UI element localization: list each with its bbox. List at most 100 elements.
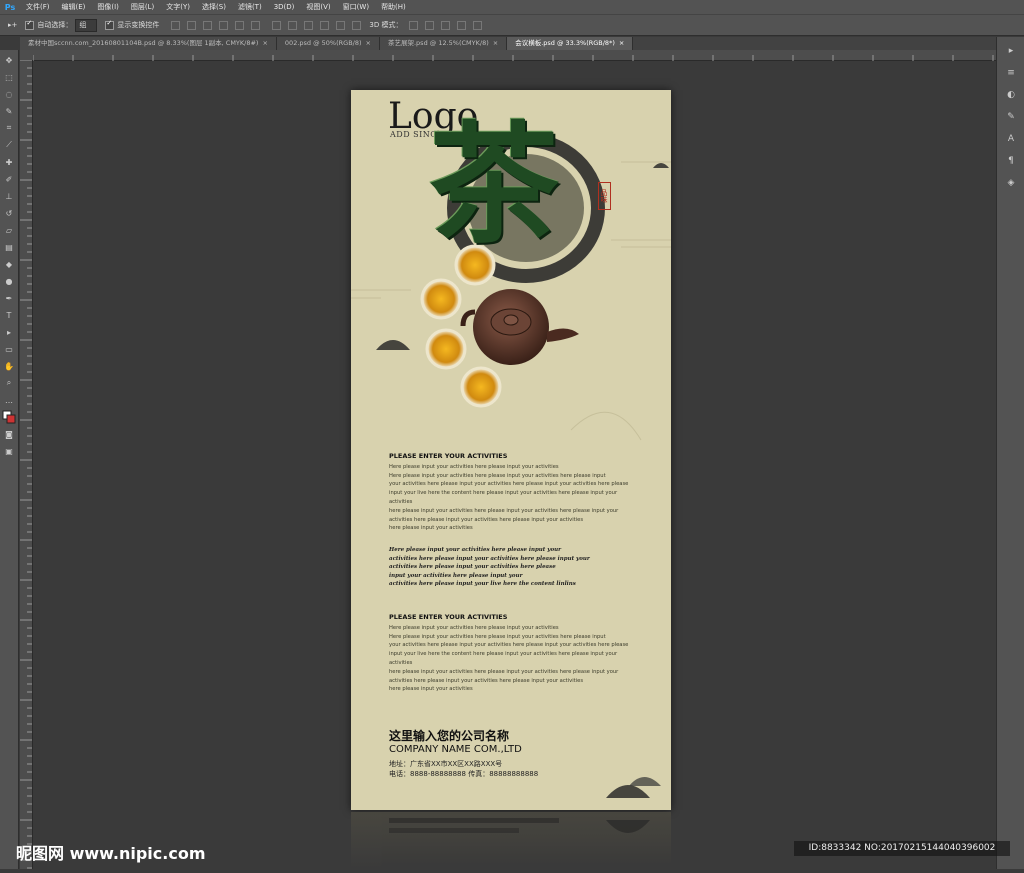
show-transform-option[interactable]: 显示变换控件 [105,19,160,30]
path-select-tool-icon[interactable]: ▸ [2,325,16,339]
move-icon: ▸+ [8,21,18,29]
properties-panel-icon[interactable]: ≡ [1002,65,1020,81]
lasso-tool-icon[interactable]: ◌ [2,87,16,101]
hill-decoration [653,163,669,168]
show-transform-checkbox[interactable] [105,19,115,30]
auto-select-dropdown[interactable]: 组 [75,18,98,32]
script-line: activities here please input your activi… [389,555,590,562]
tab-document-2[interactable]: 002.psd @ 50%(RGB/8) × [276,37,380,50]
vertical-ruler[interactable] [20,59,33,869]
auto-select-label: 自动选择： [37,21,73,29]
distribute-center-icon[interactable] [336,20,346,30]
site-watermark: 昵图网 www.nipic.com [16,844,206,863]
distribute-bottom-icon[interactable] [304,20,314,30]
body-line: input your live here the content here pl… [389,490,618,505]
auto-select-checkbox[interactable] [25,19,35,30]
menu-type[interactable]: 文字(Y) [160,2,196,12]
adjustments-panel-icon[interactable]: ◐ [1002,87,1020,103]
script-line: input your activities here please input … [389,572,523,579]
document-tabs: 素材中国sccnn.com_20160801104B.psd @ 8.33%(图… [20,37,996,51]
close-icon[interactable]: × [493,39,498,47]
tab-document-1[interactable]: 素材中国sccnn.com_20160801104B.psd @ 8.33%(图… [20,37,277,50]
close-icon[interactable]: × [366,39,371,47]
horizontal-ruler[interactable] [32,50,996,65]
history-panel-icon[interactable]: ▸ [1002,43,1020,59]
crop-tool-icon[interactable]: ⌗ [2,121,16,135]
menu-filter[interactable]: 滤镜(T) [232,2,268,12]
close-icon[interactable]: × [262,39,267,47]
type-tool-icon[interactable]: T [2,308,16,322]
zoom-tool-icon[interactable]: ⌕ [2,376,16,390]
menu-view[interactable]: 视图(V) [300,2,336,12]
shape-tool-icon[interactable]: ▭ [2,342,16,356]
auto-select-option[interactable]: 自动选择： 组 [25,18,98,32]
tab-document-3[interactable]: 茶艺展架.psd @ 12.5%(CMYK/8) × [379,37,508,50]
body-line: here please input your activities here p… [389,668,619,675]
menu-edit[interactable]: 编辑(E) [56,2,92,12]
distribute-top-icon[interactable] [272,20,282,30]
company-phone: 电话：8888-88888888 传真：88888888888 [389,770,539,778]
menu-image[interactable]: 图像(I) [91,2,125,12]
align-bottom-icon[interactable] [203,20,213,30]
poster-document[interactable]: Logo ADD SING 茶 品味 PLEASE ENTER YOUR ACT… [351,90,671,810]
screen-mode-icon[interactable]: ▣ [2,444,16,458]
marquee-tool-icon[interactable]: ⬚ [2,70,16,84]
distribute-middle-icon[interactable] [288,20,298,30]
more-tools-icon[interactable]: … [2,393,16,407]
menu-file[interactable]: 文件(F) [20,2,56,12]
character-panel-icon[interactable]: A [1002,131,1020,147]
blur-tool-icon[interactable]: ◆ [2,257,16,271]
healing-tool-icon[interactable]: ✚ [2,155,16,169]
hill-decoration [629,777,661,786]
hand-tool-icon[interactable]: ✋ [2,359,16,373]
teapot-illustration [460,289,579,365]
menu-3d[interactable]: 3D(D) [268,3,301,11]
distribute-right-icon[interactable] [352,20,362,30]
3d-slide-icon[interactable] [457,20,467,30]
menu-select[interactable]: 选择(S) [196,2,232,12]
move-tool-preset[interactable]: ▸+ [8,21,17,29]
color-swatch-icon[interactable] [2,410,16,424]
history-brush-tool-icon[interactable]: ↺ [2,206,16,220]
menu-help[interactable]: 帮助(H) [375,2,412,12]
body-line: here please input your activities here p… [389,507,619,514]
3d-scale-icon[interactable] [473,20,483,30]
3d-roll-icon[interactable] [425,20,435,30]
pen-tool-icon[interactable]: ✒ [2,291,16,305]
company-name-en: COMPANY NAME COM.,LTD [389,744,522,755]
close-icon[interactable]: × [619,39,624,47]
align-right-icon[interactable] [251,20,261,30]
quick-mask-icon[interactable]: ◙ [2,427,16,441]
reflection-shapes [389,818,650,833]
3d-drag-icon[interactable] [441,20,451,30]
distribute-buttons [268,20,362,30]
show-transform-label: 显示变换控件 [117,21,160,29]
align-center-icon[interactable] [235,20,245,30]
tea-cup [420,278,462,320]
move-tool-icon[interactable]: ✥ [2,53,16,67]
tab-document-4[interactable]: 会议横板.psd @ 33.3%(RGB/8*) × [507,37,634,50]
hill-decoration [376,340,410,350]
eyedropper-tool-icon[interactable]: ⟋ [2,138,16,152]
align-left-icon[interactable] [219,20,229,30]
align-top-icon[interactable] [171,20,181,30]
menu-layer[interactable]: 图层(L) [125,2,160,12]
company-name-cn: 这里输入您的公司名称 [389,729,510,743]
hill-decoration [606,785,650,798]
stamp-tool-icon[interactable]: ⊥ [2,189,16,203]
align-middle-icon[interactable] [187,20,197,30]
3d-rotate-icon[interactable] [409,20,419,30]
photoshop-logo-icon: Ps [4,2,16,12]
menu-window[interactable]: 窗口(W) [337,2,375,12]
brush-tool-icon[interactable]: ✐ [2,172,16,186]
script-line: activities here please input your activi… [389,564,556,571]
dodge-tool-icon[interactable]: ● [2,274,16,288]
distribute-left-icon[interactable] [320,20,330,30]
styles-panel-icon[interactable]: ◈ [1002,175,1020,191]
brush-panel-icon[interactable]: ✎ [1002,109,1020,125]
quick-select-tool-icon[interactable]: ✎ [2,104,16,118]
eraser-tool-icon[interactable]: ▱ [2,223,16,237]
gradient-tool-icon[interactable]: ▤ [2,240,16,254]
menu-bar: Ps 文件(F) 编辑(E) 图像(I) 图层(L) 文字(Y) 选择(S) 滤… [0,0,1024,14]
paragraph-panel-icon[interactable]: ¶ [1002,153,1020,169]
